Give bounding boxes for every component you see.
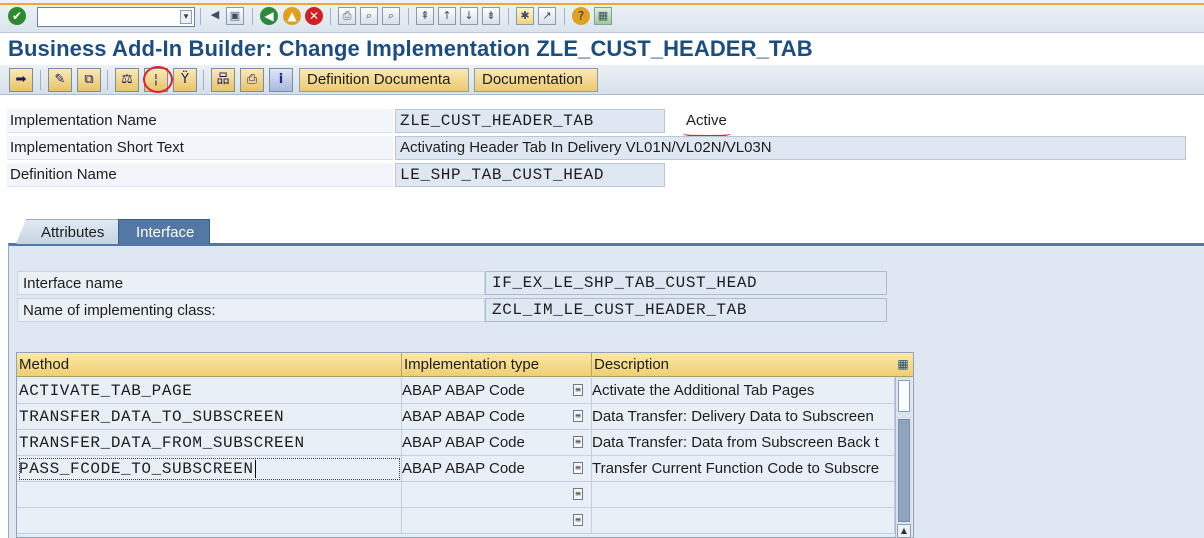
help-icon[interactable]: ? <box>572 7 590 25</box>
print-icon[interactable]: ⎙ <box>240 68 264 92</box>
value-help-icon[interactable]: ≡ <box>573 514 583 526</box>
value-help-icon[interactable]: ≡ <box>573 462 583 474</box>
short-text-label: Implementation Short Text <box>7 136 393 160</box>
column-header-method[interactable]: Method <box>17 353 402 377</box>
table-cell-description[interactable]: Data Transfer: Data from Subscreen Back … <box>592 430 895 456</box>
method-text: PASS_FCODE_TO_SUBSCREEN <box>19 460 254 478</box>
separator <box>564 8 565 25</box>
separator <box>330 8 331 25</box>
implementation-name-field[interactable]: ZLE_CUST_HEADER_TAB <box>395 109 665 133</box>
check-icon[interactable]: ⚖ <box>115 68 139 92</box>
command-history-icon[interactable]: ▾ <box>180 10 192 24</box>
cancel-icon[interactable]: ✕ <box>305 7 323 25</box>
implementing-class-label: Name of implementing class: <box>17 298 485 322</box>
exit-icon[interactable]: ▲ <box>283 7 301 25</box>
customize-layout-icon[interactable]: ▦ <box>594 7 612 25</box>
value-help-icon[interactable]: ≡ <box>573 436 583 448</box>
scrollbar-track[interactable] <box>898 419 910 522</box>
shortcut-icon[interactable]: ↗ <box>538 7 556 25</box>
value-help-icon[interactable]: ≡ <box>573 384 583 396</box>
table-cell-method-focused[interactable]: PASS_FCODE_TO_SUBSCREEN <box>17 456 402 482</box>
table-cell-implementation-type[interactable]: ABAP ABAP Code ≡ <box>402 378 592 404</box>
separator <box>40 70 41 90</box>
command-field[interactable]: ▾ <box>37 7 195 27</box>
table-cell-description[interactable]: Activate the Additional Tab Pages <box>592 378 895 404</box>
definition-documentation-button[interactable]: Definition Documenta <box>299 68 469 92</box>
implementation-type-text: ABAP ABAP Code <box>402 408 525 425</box>
table-cell-implementation-type[interactable]: ABAP ABAP Code ≡ <box>402 404 592 430</box>
table-settings-icon[interactable]: ▦ <box>893 353 913 377</box>
column-header-description[interactable]: Description <box>592 353 895 377</box>
first-page-icon[interactable]: ⇞ <box>416 7 434 25</box>
definition-name-label: Definition Name <box>7 163 393 187</box>
separator <box>408 8 409 25</box>
implementing-class-field[interactable]: ZCL_IM_LE_CUST_HEADER_TAB <box>485 298 887 322</box>
table-cell-description[interactable] <box>592 508 895 534</box>
toolbar-accent-line <box>0 3 1204 5</box>
hierarchy-icon[interactable]: 品 <box>211 68 235 92</box>
next-screen-icon[interactable]: ➡ <box>9 68 33 92</box>
column-header-implementation-type[interactable]: Implementation type <box>402 353 592 377</box>
definition-name-field[interactable]: LE_SHP_TAB_CUST_HEAD <box>395 163 665 187</box>
back-arrow-icon[interactable]: ◀ <box>206 7 224 25</box>
table-cell-method[interactable]: ACTIVATE_TAB_PAGE <box>17 378 402 404</box>
find-next-icon[interactable]: ⌕ <box>382 7 400 25</box>
scrollbar-thumb[interactable] <box>898 380 910 412</box>
table-cell-implementation-type[interactable]: ≡ <box>402 482 592 508</box>
implementation-type-text: ABAP ABAP Code <box>402 434 525 451</box>
short-text-field[interactable]: Activating Header Tab In Delivery VL01N/… <box>395 136 1186 160</box>
info-icon[interactable]: i <box>269 68 293 92</box>
application-toolbar: ➡ ✎ ⧉ ⚖ ¦ Ÿ 品 ⎙ i Definition Documenta D… <box>0 65 1204 95</box>
table-cell-method[interactable]: TRANSFER_DATA_FROM_SUBSCREEN <box>17 430 402 456</box>
separator <box>107 70 108 90</box>
table-cell-description[interactable]: Transfer Current Function Code to Subscr… <box>592 456 895 482</box>
display-change-icon[interactable]: ✎ <box>48 68 72 92</box>
status-text: Active <box>686 112 727 129</box>
methods-table: Method Implementation type Description ▦… <box>16 352 914 538</box>
page-title: Business Add-In Builder: Change Implemen… <box>8 36 813 61</box>
save-icon[interactable]: ▣ <box>226 7 244 25</box>
deactivate-icon[interactable]: Ÿ <box>173 68 197 92</box>
table-vertical-scrollbar[interactable]: ▲ <box>895 377 912 538</box>
print-icon[interactable]: ⎙ <box>338 7 356 25</box>
value-help-icon[interactable]: ≡ <box>573 410 583 422</box>
table-cell-implementation-type[interactable]: ABAP ABAP Code ≡ <box>402 456 592 482</box>
last-page-icon[interactable]: ⇟ <box>482 7 500 25</box>
table-cell-method[interactable]: TRANSFER_DATA_TO_SUBSCREEN <box>17 404 402 430</box>
implementation-type-text: ABAP ABAP Code <box>402 460 525 477</box>
table-cell-implementation-type[interactable]: ≡ <box>402 508 592 534</box>
tab-attributes[interactable]: Attributes <box>16 219 120 244</box>
interface-name-label: Interface name <box>17 271 485 295</box>
new-session-icon[interactable]: ✱ <box>516 7 534 25</box>
red-annotation-circle <box>143 66 173 93</box>
documentation-button[interactable]: Documentation <box>474 68 598 92</box>
separator <box>200 8 201 25</box>
table-cell-method[interactable] <box>17 482 402 508</box>
prev-page-icon[interactable]: ↑ <box>438 7 456 25</box>
implementation-name-label: Implementation Name <box>7 109 393 133</box>
next-page-icon[interactable]: ↓ <box>460 7 478 25</box>
tab-interface[interactable]: Interface <box>118 219 210 244</box>
separator <box>203 70 204 90</box>
separator <box>252 8 253 25</box>
text-cursor <box>254 459 256 478</box>
implementation-type-text: ABAP ABAP Code <box>402 382 525 399</box>
find-icon[interactable]: ⌕ <box>360 7 378 25</box>
table-cell-description[interactable]: Data Transfer: Delivery Data to Subscree… <box>592 404 895 430</box>
interface-name-field[interactable]: IF_EX_LE_SHP_TAB_CUST_HEAD <box>485 271 887 295</box>
title-bar: Business Add-In Builder: Change Implemen… <box>0 34 1204 65</box>
system-toolbar: ✔ ▾ ◀ ▣ ◀ ▲ ✕ ⎙ ⌕ ⌕ ⇞ ↑ ↓ ⇟ ✱ ↗ ? ▦ <box>0 0 1204 33</box>
scroll-down-icon[interactable]: ▲ <box>897 524 911 538</box>
table-cell-method[interactable] <box>17 508 402 534</box>
table-cell-implementation-type[interactable]: ABAP ABAP Code ≡ <box>402 430 592 456</box>
table-cell-description[interactable] <box>592 482 895 508</box>
back-icon[interactable]: ◀ <box>260 7 278 25</box>
other-object-icon[interactable]: ⧉ <box>77 68 101 92</box>
enter-icon[interactable]: ✔ <box>8 7 26 25</box>
value-help-icon[interactable]: ≡ <box>573 488 583 500</box>
separator <box>508 8 509 25</box>
